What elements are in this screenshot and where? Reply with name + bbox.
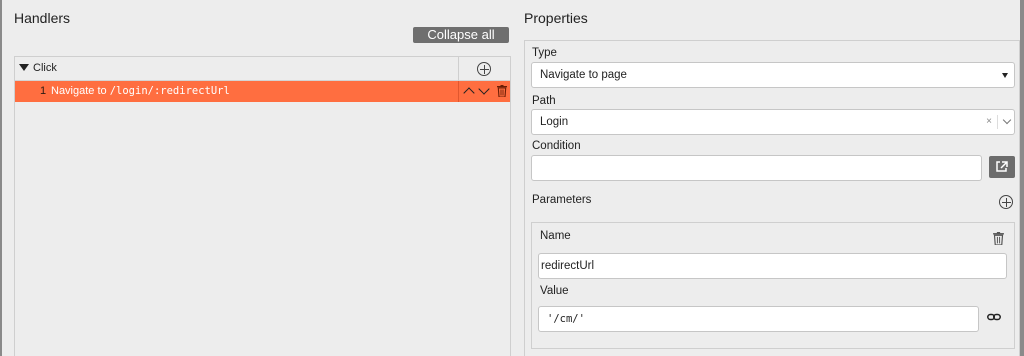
- action-label: Navigate to: [51, 85, 107, 97]
- param-name-label: Name: [540, 230, 571, 242]
- trash-icon[interactable]: [497, 85, 507, 97]
- action-row[interactable]: 1 Navigate to /login/:redirectUrl: [15, 81, 510, 102]
- param-value-label: Value: [540, 285, 569, 297]
- type-select[interactable]: Navigate to page: [531, 62, 1015, 88]
- window-border-right: [1020, 0, 1024, 356]
- external-link-button[interactable]: [989, 156, 1015, 178]
- path-select[interactable]: Login ×: [531, 109, 1015, 135]
- divider: [997, 115, 998, 129]
- chevron-up-icon[interactable]: [463, 87, 475, 99]
- chevron-down-icon[interactable]: [1002, 115, 1012, 125]
- type-value: Navigate to page: [540, 69, 627, 81]
- event-row-click[interactable]: Click: [15, 57, 510, 81]
- condition-label: Condition: [532, 140, 581, 152]
- param-name-field[interactable]: [541, 254, 1004, 278]
- handlers-panel: Click 1 Navigate to /login/:redirectUrl: [14, 56, 511, 356]
- window-border-left: [0, 0, 2, 356]
- collapse-all-button[interactable]: Collapse all: [413, 27, 509, 43]
- path-value: Login: [540, 116, 569, 128]
- divider: [458, 81, 459, 102]
- external-link-icon: [996, 161, 1008, 172]
- parameters-label: Parameters: [532, 194, 592, 206]
- condition-field[interactable]: [540, 156, 973, 180]
- action-description: Navigate to /login/:redirectUrl: [51, 85, 230, 97]
- clear-icon[interactable]: ×: [986, 110, 992, 134]
- param-value-input[interactable]: '/cm/': [538, 306, 979, 332]
- trash-icon[interactable]: [993, 232, 1004, 245]
- window: Handlers Collapse all Click 1 Navigate t…: [0, 0, 1024, 356]
- add-circle-icon[interactable]: [999, 195, 1013, 209]
- handlers-title: Handlers: [14, 10, 71, 26]
- caret-down-icon: [1002, 73, 1008, 78]
- condition-input[interactable]: [531, 155, 982, 181]
- event-label: Click: [33, 62, 57, 74]
- action-path: /login/:redirectUrl: [109, 85, 230, 97]
- triangle-down-icon[interactable]: [19, 64, 29, 71]
- divider: [458, 57, 459, 81]
- param-name-input[interactable]: [538, 253, 1007, 279]
- link-icon[interactable]: [987, 312, 1001, 322]
- add-circle-icon[interactable]: [477, 62, 491, 76]
- properties-title: Properties: [524, 10, 588, 26]
- path-label: Path: [532, 95, 556, 107]
- chevron-down-icon[interactable]: [478, 83, 490, 95]
- param-value-text: '/cm/': [547, 313, 585, 325]
- action-index: 1: [40, 85, 47, 97]
- type-label: Type: [532, 47, 557, 59]
